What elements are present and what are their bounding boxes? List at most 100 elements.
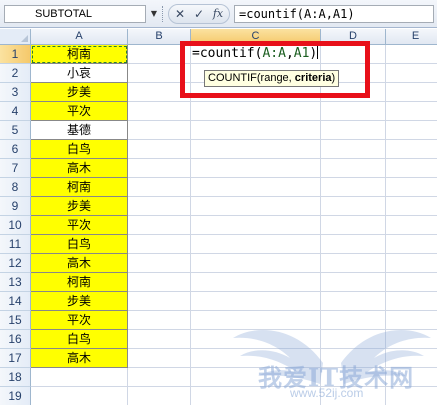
cell-c9[interactable] (191, 197, 321, 216)
cell-e14[interactable] (386, 292, 437, 311)
row-header-15[interactable]: 15 (0, 311, 31, 330)
column-header-b[interactable]: B (128, 29, 191, 45)
cell-b13[interactable] (128, 273, 191, 292)
cell-a6[interactable]: 白鸟 (31, 140, 128, 159)
cell-b5[interactable] (128, 121, 191, 140)
cell-b14[interactable] (128, 292, 191, 311)
cell-a18[interactable] (31, 368, 128, 387)
cell-b11[interactable] (128, 235, 191, 254)
select-all-corner[interactable] (0, 29, 31, 45)
row-header-18[interactable]: 18 (0, 368, 31, 387)
formula-input[interactable]: =countif(A:A,A1) (234, 5, 434, 23)
name-box[interactable]: SUBTOTAL (4, 5, 146, 23)
cell-e6[interactable] (386, 140, 437, 159)
cell-b18[interactable] (128, 368, 191, 387)
cell-c11[interactable] (191, 235, 321, 254)
row-header-10[interactable]: 10 (0, 216, 31, 235)
cell-c5[interactable] (191, 121, 321, 140)
cell-e10[interactable] (386, 216, 437, 235)
column-header-e[interactable]: E (386, 29, 437, 45)
cell-d1[interactable] (321, 45, 386, 64)
cell-a7[interactable]: 高木 (31, 159, 128, 178)
cell-b12[interactable] (128, 254, 191, 273)
row-header-13[interactable]: 13 (0, 273, 31, 292)
cell-b10[interactable] (128, 216, 191, 235)
cell-e11[interactable] (386, 235, 437, 254)
row-header-3[interactable]: 3 (0, 83, 31, 102)
cell-c10[interactable] (191, 216, 321, 235)
cell-a17[interactable]: 高木 (31, 349, 128, 368)
cell-c14[interactable] (191, 292, 321, 311)
row-header-17[interactable]: 17 (0, 349, 31, 368)
cell-d12[interactable] (321, 254, 386, 273)
name-box-dropdown-icon[interactable]: ▼ (148, 5, 160, 23)
row-header-5[interactable]: 5 (0, 121, 31, 140)
cell-d4[interactable] (321, 102, 386, 121)
cell-a4[interactable]: 平次 (31, 102, 128, 121)
cell-c12[interactable] (191, 254, 321, 273)
column-header-c[interactable]: C (191, 29, 321, 45)
cell-c8[interactable] (191, 178, 321, 197)
cell-d13[interactable] (321, 273, 386, 292)
column-header-a[interactable]: A (31, 29, 128, 45)
cell-b9[interactable] (128, 197, 191, 216)
cell-c4[interactable] (191, 102, 321, 121)
row-header-14[interactable]: 14 (0, 292, 31, 311)
column-header-d[interactable]: D (321, 29, 386, 45)
cell-b3[interactable] (128, 83, 191, 102)
cell-e7[interactable] (386, 159, 437, 178)
cell-d8[interactable] (321, 178, 386, 197)
cell-a10[interactable]: 平次 (31, 216, 128, 235)
function-tooltip[interactable]: COUNTIF(range, criteria) (204, 70, 340, 87)
cell-a8[interactable]: 柯南 (31, 178, 128, 197)
cell-b16[interactable] (128, 330, 191, 349)
row-header-4[interactable]: 4 (0, 102, 31, 121)
cell-d6[interactable] (321, 140, 386, 159)
cell-a15[interactable]: 平次 (31, 311, 128, 330)
enter-icon[interactable]: ✓ (190, 6, 208, 22)
editing-cell-c1[interactable]: =countif(A:A,A1) (191, 45, 321, 64)
row-header-6[interactable]: 6 (0, 140, 31, 159)
cell-b19[interactable] (128, 387, 191, 405)
cell-a16[interactable]: 白鸟 (31, 330, 128, 349)
cell-b4[interactable] (128, 102, 191, 121)
cell-d7[interactable] (321, 159, 386, 178)
cell-a2[interactable]: 小哀 (31, 64, 128, 83)
cell-a11[interactable]: 白鸟 (31, 235, 128, 254)
cell-e8[interactable] (386, 178, 437, 197)
cell-c6[interactable] (191, 140, 321, 159)
row-header-7[interactable]: 7 (0, 159, 31, 178)
cell-a5[interactable]: 基德 (31, 121, 128, 140)
cell-e13[interactable] (386, 273, 437, 292)
cell-a3[interactable]: 步美 (31, 83, 128, 102)
cell-a9[interactable]: 步美 (31, 197, 128, 216)
cell-e12[interactable] (386, 254, 437, 273)
cell-b6[interactable] (128, 140, 191, 159)
formula-bar-grip[interactable] (162, 6, 165, 22)
cell-a1[interactable]: 柯南 (31, 45, 128, 64)
row-header-1[interactable]: 1 (0, 45, 31, 64)
cell-e9[interactable] (386, 197, 437, 216)
cell-e5[interactable] (386, 121, 437, 140)
cell-e1[interactable] (386, 45, 437, 64)
cell-a19[interactable] (31, 387, 128, 405)
row-header-2[interactable]: 2 (0, 64, 31, 83)
cell-b17[interactable] (128, 349, 191, 368)
row-header-16[interactable]: 16 (0, 330, 31, 349)
cell-c13[interactable] (191, 273, 321, 292)
row-header-8[interactable]: 8 (0, 178, 31, 197)
cell-b7[interactable] (128, 159, 191, 178)
cell-a12[interactable]: 高木 (31, 254, 128, 273)
cell-e3[interactable] (386, 83, 437, 102)
cell-d11[interactable] (321, 235, 386, 254)
cell-a13[interactable]: 柯南 (31, 273, 128, 292)
cell-d9[interactable] (321, 197, 386, 216)
cell-c7[interactable] (191, 159, 321, 178)
cell-b2[interactable] (128, 64, 191, 83)
row-header-19[interactable]: 19 (0, 387, 31, 405)
row-header-12[interactable]: 12 (0, 254, 31, 273)
cell-b8[interactable] (128, 178, 191, 197)
cancel-icon[interactable]: ✕ (171, 6, 189, 22)
cell-e4[interactable] (386, 102, 437, 121)
cell-d14[interactable] (321, 292, 386, 311)
